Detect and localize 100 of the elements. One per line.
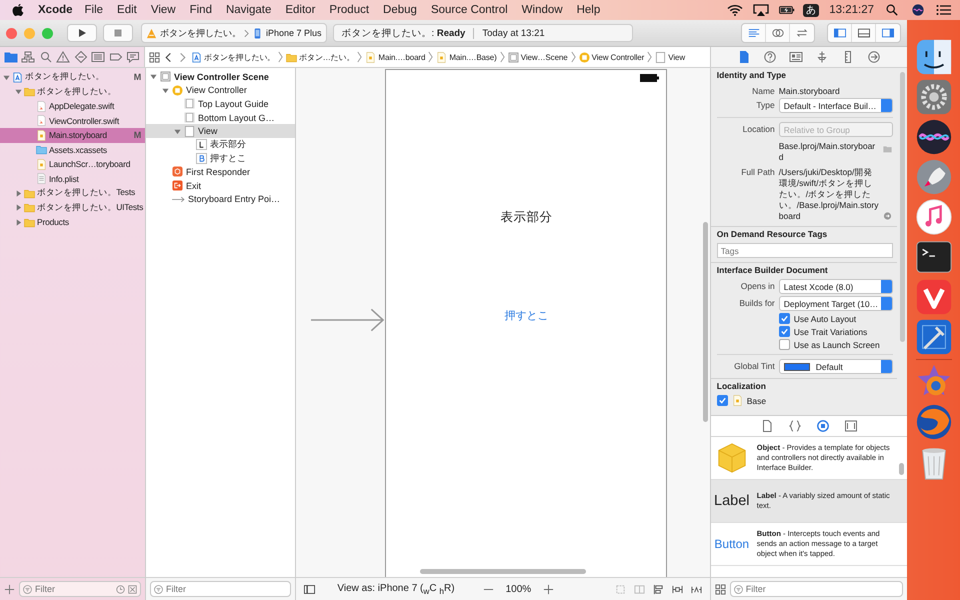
music-note-icon[interactable]	[914, 198, 952, 236]
menu-item[interactable]: Product	[329, 4, 370, 16]
plus-icon[interactable]	[4, 584, 15, 594]
code-library-tab[interactable]	[788, 420, 802, 432]
outline-item[interactable]: 押すとこ	[146, 152, 296, 166]
checkbox-box[interactable]	[716, 395, 728, 406]
airplay-icon[interactable]	[753, 4, 770, 16]
test-navigator-tab[interactable]	[74, 51, 88, 63]
disclosure-triangle-icon[interactable]	[15, 190, 22, 197]
attributes-inspector-tab[interactable]	[815, 51, 829, 63]
entry-point-arrow[interactable]	[311, 308, 386, 332]
scrollbar[interactable]	[420, 569, 586, 574]
outline-item[interactable]: Exit	[146, 178, 296, 192]
scheme-name[interactable]: ボタンを押したい。	[160, 26, 241, 40]
clock-icon[interactable]	[116, 584, 125, 594]
scheme-selector[interactable]: ボタンを押したい。 iPhone 7 Plus	[141, 23, 327, 43]
run-button[interactable]	[67, 24, 97, 42]
file-inspector-tab[interactable]	[737, 51, 751, 63]
outline-item[interactable]: View	[146, 124, 296, 138]
breakpoint-navigator-tab[interactable]	[108, 51, 123, 63]
chevron-app-icon[interactable]	[914, 278, 952, 316]
checkbox[interactable]: Use Trait Variations	[778, 326, 868, 337]
battery-charging-icon[interactable]	[779, 4, 796, 16]
file-tree-item[interactable]: Main.storyboard M	[0, 128, 145, 142]
zoom-level-text[interactable]: 100%	[506, 584, 532, 594]
disclosure-triangle-icon[interactable]	[15, 88, 22, 96]
file-tree-item[interactable]: ViewController.swift	[0, 114, 145, 128]
device-name[interactable]: iPhone 7 Plus	[266, 28, 322, 38]
checkbox[interactable]: Use as Launch Screen	[778, 339, 880, 350]
scene-view[interactable]: 表示部分 押すとこ	[385, 69, 668, 577]
menu-item[interactable]: Help	[576, 4, 600, 16]
object-library-tab[interactable]	[816, 420, 830, 432]
jump-bar-item[interactable]: View Controller	[578, 52, 644, 62]
scene-button[interactable]: 押すとこ	[504, 308, 548, 323]
scrollbar[interactable]	[702, 222, 708, 422]
grid-icon[interactable]	[149, 52, 160, 62]
menu-item[interactable]: View	[150, 4, 176, 16]
disclosure-triangle-icon[interactable]	[3, 74, 10, 81]
checkbox[interactable]: Use Auto Layout	[778, 313, 856, 324]
stop-button[interactable]	[103, 24, 133, 42]
menu-bar-clock[interactable]: 13:21:27	[829, 4, 874, 16]
report-navigator-tab[interactable]	[126, 51, 140, 63]
scrollbar[interactable]	[898, 463, 904, 475]
jump-bar-item[interactable]: View…Scene	[508, 52, 568, 62]
project-navigator-tab[interactable]	[4, 51, 18, 63]
file-tree-item[interactable]: Info.plist	[0, 172, 145, 186]
jump-bar-item[interactable]: ボタン…たい。	[286, 52, 354, 62]
apple-logo-icon[interactable]	[12, 3, 24, 17]
checkbox-label[interactable]: Use Trait Variations	[794, 326, 868, 336]
jump-bar-item[interactable]: Main.…Base)	[436, 52, 497, 62]
pin-icon[interactable]	[672, 584, 683, 594]
file-tree-item[interactable]: Products	[0, 215, 145, 230]
checkbox-label[interactable]: Use as Launch Screen	[794, 340, 880, 350]
disclosure-triangle-icon[interactable]	[15, 218, 22, 226]
menu-item[interactable]: Source Control	[430, 4, 508, 16]
outline-item[interactable]: Bottom Layout G…	[146, 110, 296, 124]
disclosure-triangle-icon[interactable]	[174, 128, 181, 135]
jump-bar-item[interactable]: View	[655, 52, 686, 62]
filter-field[interactable]: Filter	[19, 581, 141, 597]
menu-item[interactable]: File	[84, 4, 104, 16]
menu-item[interactable]: Window	[522, 4, 563, 16]
file-tree-item[interactable]: ボタンを押したい。 M	[0, 70, 145, 84]
jump-bar-item[interactable]: Main.…board	[365, 52, 426, 62]
builds-for-popup[interactable]: Deployment Target (10…	[778, 296, 893, 311]
wifi-icon[interactable]	[727, 4, 744, 16]
list-icon[interactable]	[936, 4, 952, 16]
help-inspector-tab[interactable]	[763, 51, 777, 63]
debug-navigator-tab[interactable]	[91, 51, 106, 63]
file-tree-item[interactable]: AppDelegate.swift	[0, 99, 145, 114]
checkbox-label[interactable]: Use Auto Layout	[794, 314, 856, 324]
grid-icon[interactable]	[714, 584, 726, 594]
menu-item[interactable]: Find	[190, 4, 212, 16]
checkbox-box[interactable]	[778, 339, 790, 350]
outline-item[interactable]: Top Layout Guide	[146, 97, 296, 111]
input-method-indicator[interactable]: あ	[803, 4, 820, 16]
arrow-circle-icon[interactable]	[882, 212, 892, 220]
disclosure-triangle-icon[interactable]	[162, 86, 169, 94]
menu-item[interactable]: Navigate	[226, 4, 272, 16]
checkbox-box[interactable]	[778, 313, 790, 324]
file-tree-item[interactable]: ボタンを押したい。Tests	[0, 186, 145, 200]
issue-navigator-tab[interactable]	[56, 51, 70, 63]
outline-item[interactable]: 表示部分	[146, 138, 296, 152]
align-icon[interactable]	[652, 584, 664, 594]
tags-field[interactable]: Tags	[716, 243, 893, 258]
outline-item[interactable]: View Controller Scene	[146, 70, 296, 84]
scrollbar[interactable]	[900, 72, 905, 342]
menu-item[interactable]: Debug	[383, 4, 417, 16]
plus-icon[interactable]	[543, 584, 554, 594]
jump-bar-item[interactable]: ボタンを押したい。	[191, 52, 276, 62]
outline-item[interactable]: First Responder	[146, 165, 296, 179]
close-button[interactable]	[6, 28, 17, 38]
file-tree-item[interactable]: Assets.xcassets	[0, 142, 145, 157]
menu-item[interactable]: Editor	[285, 4, 316, 16]
menu-item[interactable]: Edit	[117, 4, 137, 16]
disclosure-triangle-icon[interactable]	[15, 204, 22, 212]
identity-inspector-tab[interactable]	[789, 51, 803, 63]
scene-label[interactable]: 表示部分	[500, 209, 552, 226]
opens-in-popup[interactable]: Latest Xcode (8.0)	[778, 279, 893, 294]
filter-field[interactable]: Filter	[730, 581, 903, 597]
checkbox-box[interactable]	[778, 326, 790, 337]
